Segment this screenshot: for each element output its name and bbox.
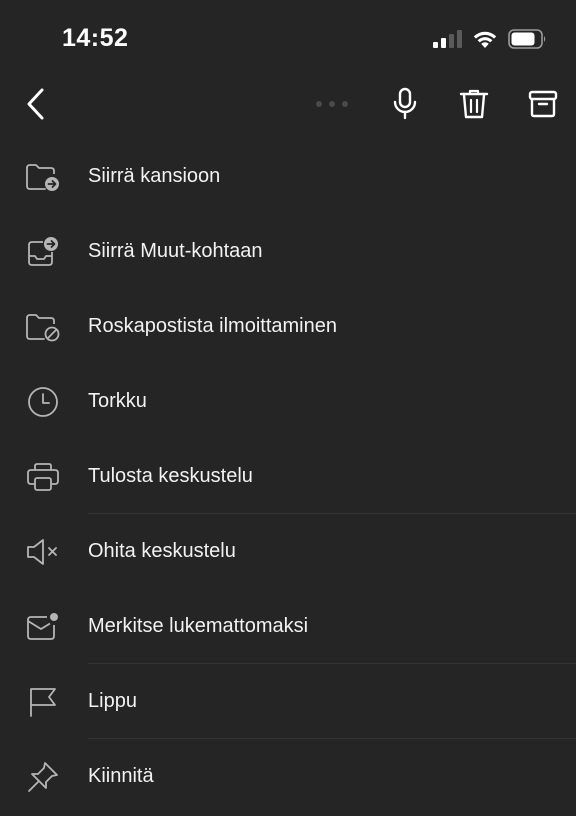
screen: 14:52 Siirrä kansioon Siirrä Muut-kohtaa…: [0, 0, 576, 816]
archive-button[interactable]: [521, 82, 565, 126]
clock-icon: [24, 384, 62, 420]
status-icons: [432, 27, 548, 51]
menu-item-pin[interactable]: Kiinnitä: [0, 739, 576, 814]
menu-item-report-junk[interactable]: Roskapostista ilmoittaminen: [0, 289, 576, 364]
pin-icon: [24, 759, 62, 795]
status-time: 14:52: [62, 24, 129, 52]
cellular-signal-icon: [432, 29, 462, 49]
menu-item-move-to-other[interactable]: Siirrä Muut-kohtaan: [0, 214, 576, 289]
menu-item-label: Merkitse lukemattomaksi: [88, 615, 309, 637]
wifi-icon: [472, 29, 498, 49]
menu-item-snooze[interactable]: Torkku: [0, 364, 576, 439]
battery-icon: [508, 28, 548, 50]
inbox-move-icon: [24, 234, 62, 270]
menu-item-label: Siirrä Muut-kohtaan: [88, 240, 263, 262]
more-dots-icon: [315, 100, 349, 108]
menu-item-print-conversation[interactable]: Tulosta keskustelu: [0, 439, 576, 514]
speaker-mute-icon: [24, 534, 62, 570]
menu-item-move-to-folder[interactable]: Siirrä kansioon: [0, 139, 576, 214]
menu-item-label: Siirrä kansioon: [88, 165, 221, 187]
menu-item-label: Lippu: [88, 690, 137, 712]
printer-icon: [24, 459, 62, 495]
menu-item-label: Torkku: [88, 390, 147, 412]
folder-move-icon: [24, 159, 62, 195]
trash-icon: [459, 88, 489, 120]
microphone-button[interactable]: [383, 82, 427, 126]
menu-item-label: Ohita keskustelu: [88, 540, 236, 562]
menu-item-label: Tulosta keskustelu: [88, 465, 253, 487]
menu-item-flag[interactable]: Lippu: [0, 664, 576, 739]
status-bar: 14:52: [0, 0, 576, 74]
microphone-icon: [392, 87, 418, 121]
action-menu: Siirrä kansioon Siirrä Muut-kohtaan Rosk…: [0, 139, 576, 814]
menu-item-ignore-conversation[interactable]: Ohita keskustelu: [0, 514, 576, 589]
chevron-left-icon: [25, 87, 47, 121]
flag-icon: [24, 684, 62, 720]
mail-unread-icon: [24, 609, 62, 645]
delete-button[interactable]: [452, 82, 496, 126]
back-button[interactable]: [14, 82, 58, 126]
nav-bar: [0, 74, 576, 134]
menu-item-label: Kiinnitä: [88, 765, 154, 787]
menu-item-mark-unread[interactable]: Merkitse lukemattomaksi: [0, 589, 576, 664]
folder-block-icon: [24, 309, 62, 345]
menu-item-label: Roskapostista ilmoittaminen: [88, 315, 337, 337]
more-button[interactable]: [310, 82, 354, 126]
archive-icon: [528, 89, 558, 119]
